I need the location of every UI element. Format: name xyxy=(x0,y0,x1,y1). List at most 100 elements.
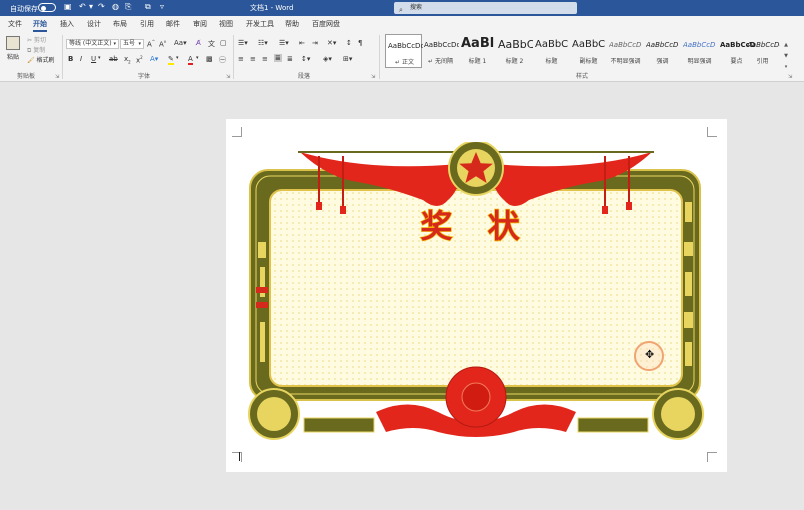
underline-dropdown-icon[interactable]: ▾ xyxy=(98,55,101,61)
style-emphasis[interactable]: AaBbCcD 强调 xyxy=(644,34,681,68)
tab-review[interactable]: 审阅 xyxy=(193,19,207,29)
scroll-up-icon[interactable]: ▲ xyxy=(781,40,791,51)
save-icon[interactable]: ▣ xyxy=(64,2,72,11)
copy-button[interactable]: ⧉ 复制 xyxy=(27,45,45,55)
font-launcher-icon[interactable]: ⇲ xyxy=(226,74,230,80)
font-size-select[interactable]: 五号 ▾ xyxy=(120,39,144,49)
peony-center xyxy=(461,382,491,412)
undo-icon[interactable]: ↶ xyxy=(79,2,86,11)
separator xyxy=(379,35,380,79)
show-marks-icon[interactable]: ¶ xyxy=(358,39,362,47)
tab-file[interactable]: 文件 xyxy=(8,19,22,29)
grow-font-icon[interactable]: A^ xyxy=(147,39,155,48)
style-name: 不明显强调 xyxy=(610,58,641,65)
tab-home[interactable]: 开始 xyxy=(33,19,47,29)
autosave-label: 自动保存 xyxy=(10,5,38,13)
style-sample: AaBl xyxy=(461,36,495,51)
tab-baidu-netdisk[interactable]: 百度网盘 xyxy=(312,19,340,29)
highlight-dropdown-icon[interactable]: ▾ xyxy=(176,55,179,61)
redo-icon[interactable]: ↷ xyxy=(98,2,105,11)
scissors-icon: ✂ xyxy=(27,37,33,44)
phonetic-guide-icon[interactable]: 文 xyxy=(208,39,215,49)
style-sample: AaBbC xyxy=(572,39,606,50)
style-sample: AaBbCcDd xyxy=(747,41,780,49)
style-name: 引用 xyxy=(756,58,769,65)
margin-mark xyxy=(707,127,717,137)
tab-insert[interactable]: 插入 xyxy=(60,19,74,29)
undo-dropdown-icon[interactable]: ▾ xyxy=(89,2,93,11)
paste-icon[interactable] xyxy=(6,36,20,50)
style-sample: AaBbC xyxy=(535,39,569,50)
sort-icon[interactable]: ↕ xyxy=(346,39,352,47)
customize-qat-icon[interactable]: ▿ xyxy=(160,2,164,11)
style-subtle-emphasis[interactable]: AaBbCcD 不明显强调 xyxy=(607,34,644,68)
style-name: ↵ 无间隔 xyxy=(428,58,453,65)
shading-icon[interactable]: ◈▾ xyxy=(323,55,332,63)
tab-view[interactable]: 视图 xyxy=(219,19,233,29)
paste-button[interactable]: 粘贴 xyxy=(7,52,19,61)
certificate-image[interactable]: 奖 状 xyxy=(248,142,704,442)
align-right-icon[interactable]: ≡ xyxy=(262,55,268,63)
clear-format-icon[interactable]: A̸ xyxy=(196,39,201,47)
autosave-toggle[interactable] xyxy=(38,3,56,12)
highlight-icon[interactable]: ✎ xyxy=(168,55,174,65)
style-no-spacing[interactable]: AaBbCcDd ↵ 无间隔 xyxy=(422,34,459,68)
borders-icon[interactable]: ⊞▾ xyxy=(343,55,352,63)
style-heading-2[interactable]: AaBbC 标题 2 xyxy=(496,34,533,68)
touch-mode-icon[interactable]: ◍ xyxy=(112,2,119,11)
font-color-dropdown-icon[interactable]: ▾ xyxy=(196,55,199,61)
underline-button[interactable]: U xyxy=(91,55,96,63)
strikethrough-button[interactable]: ab xyxy=(109,55,118,63)
text-effects-icon[interactable]: A▾ xyxy=(150,55,158,63)
cut-button[interactable]: ✂ 剪切 xyxy=(27,35,46,44)
tab-references[interactable]: 引用 xyxy=(140,19,154,29)
tab-help[interactable]: 帮助 xyxy=(285,19,299,29)
align-left-icon[interactable]: ≡ xyxy=(238,55,244,63)
char-shading-icon[interactable]: ▩ xyxy=(206,55,213,63)
enclose-char-icon[interactable]: ㊀ xyxy=(219,55,226,65)
clipboard-launcher-icon[interactable]: ⇲ xyxy=(55,74,59,80)
style-name: 强调 xyxy=(656,58,669,65)
chinese-layout-icon[interactable]: ✕▾ xyxy=(327,39,336,47)
tab-layout[interactable]: 布局 xyxy=(113,19,127,29)
format-icon[interactable]: ⎘ xyxy=(125,2,131,12)
styles-scrollbar[interactable]: ▲ ▼ ▾ xyxy=(781,40,791,74)
bullets-icon[interactable]: ☰▾ xyxy=(238,39,248,47)
tab-mailings[interactable]: 邮件 xyxy=(166,19,180,29)
align-center-icon[interactable]: ≡ xyxy=(250,55,256,63)
numbering-icon[interactable]: ☷▾ xyxy=(258,39,268,47)
chevron-down-icon: ▾ xyxy=(113,41,116,47)
line-spacing-icon[interactable]: ↕▾ xyxy=(301,55,310,63)
style-heading-1[interactable]: AaBl 标题 1 xyxy=(459,34,496,68)
styles-launcher-icon[interactable]: ⇲ xyxy=(788,74,792,80)
decrease-indent-icon[interactable]: ⇤ xyxy=(299,39,305,47)
tab-developer[interactable]: 开发工具 xyxy=(246,19,274,29)
subscript-button[interactable]: x2 xyxy=(124,55,131,64)
page-icon[interactable]: ⧉ xyxy=(145,2,151,12)
italic-button[interactable]: I xyxy=(80,55,82,63)
superscript-button[interactable]: x2 xyxy=(136,55,143,64)
search-box[interactable]: ⌕ 搜索 xyxy=(394,2,577,14)
font-name-select[interactable]: 等线 (中文正文) ▾ xyxy=(66,39,119,49)
paragraph-launcher-icon[interactable]: ⇲ xyxy=(371,74,375,80)
more-styles-icon[interactable]: ▾ xyxy=(781,62,791,73)
styles-gallery: AaBbCcDd ↵ 正文 AaBbCcDd ↵ 无间隔 AaBl 标题 1 A… xyxy=(383,34,783,70)
shrink-font-icon[interactable]: Av xyxy=(159,39,166,48)
style-quote[interactable]: AaBbCcDd 引用 xyxy=(745,34,780,68)
change-case-icon[interactable]: Aa▾ xyxy=(174,39,187,47)
style-title[interactable]: AaBbC 标题 xyxy=(533,34,570,68)
char-border-icon[interactable]: ▢ xyxy=(220,39,227,47)
scroll-down-icon[interactable]: ▼ xyxy=(781,51,791,62)
style-subtitle[interactable]: AaBbC 副标题 xyxy=(570,34,607,68)
style-intense-emphasis[interactable]: AaBbCcD 明显强调 xyxy=(681,34,718,68)
distribute-icon[interactable]: ≣ xyxy=(287,55,293,63)
bold-button[interactable]: B xyxy=(68,55,73,63)
mouse-cursor: ✥ xyxy=(634,341,664,371)
font-color-icon[interactable]: A xyxy=(188,55,193,65)
tab-design[interactable]: 设计 xyxy=(87,19,101,29)
multilevel-list-icon[interactable]: ☰▾ xyxy=(279,39,289,47)
style-normal[interactable]: AaBbCcDd ↵ 正文 xyxy=(385,34,423,68)
justify-icon[interactable]: ≣ xyxy=(274,54,282,62)
format-painter-button[interactable]: 🖌 格式刷 xyxy=(27,55,55,64)
increase-indent-icon[interactable]: ⇥ xyxy=(312,39,318,47)
